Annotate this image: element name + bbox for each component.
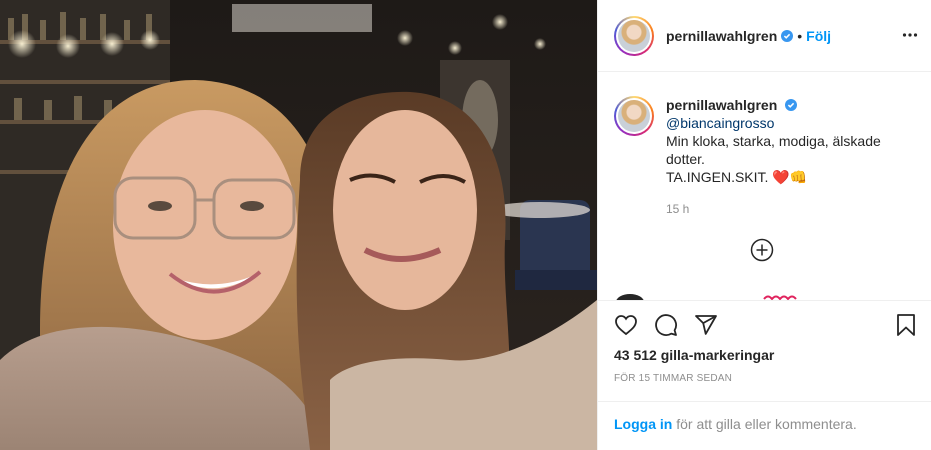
caption-line-3-wrap: TA.INGEN.SKIT. ❤️👊: [666, 168, 881, 186]
caption-row: pernillawahlgren @biancaingrosso Min klo…: [614, 96, 916, 218]
header-username[interactable]: pernillawahlgren: [666, 28, 777, 44]
avatar-image: [618, 100, 650, 132]
follow-button[interactable]: Följ: [806, 28, 831, 44]
post-time-ago[interactable]: FÖR 15 TIMMAR SEDAN: [614, 373, 732, 384]
next-comment-peek: [616, 294, 797, 300]
likes-count[interactable]: 43 512 gilla-markeringar: [614, 347, 774, 363]
login-link[interactable]: Logga in: [614, 416, 672, 432]
login-prompt: Logga in för att gilla eller kommentera.: [598, 401, 931, 450]
comment-icon[interactable]: [654, 313, 678, 337]
caption-avatar[interactable]: [614, 96, 654, 136]
caption-time[interactable]: 15 h: [666, 200, 881, 218]
caption-line-3: TA.INGEN.SKIT.: [666, 169, 769, 185]
share-icon[interactable]: [694, 313, 718, 337]
post-header: pernillawahlgren • Följ: [598, 0, 931, 72]
caption-body: pernillawahlgren @biancaingrosso Min klo…: [666, 96, 881, 218]
avatar[interactable]: [614, 15, 654, 56]
instagram-post: pernillawahlgren • Följ pernillawahlgren…: [0, 0, 931, 450]
action-icons: [614, 313, 718, 337]
caption-line-1: Min kloka, starka, modiga, älskade: [666, 133, 881, 149]
photo-illustration: [0, 0, 597, 450]
post-photo[interactable]: [0, 0, 597, 450]
more-options-icon[interactable]: [902, 27, 918, 43]
post-side-panel: pernillawahlgren • Följ pernillawahlgren…: [597, 0, 931, 450]
caption-emoji: ❤️👊: [772, 169, 808, 185]
post-actions: 43 512 gilla-markeringar FÖR 15 TIMMAR S…: [598, 300, 931, 450]
caption-mention[interactable]: @biancaingrosso: [666, 114, 881, 132]
heart-icon[interactable]: [614, 313, 638, 337]
avatar-image: [618, 19, 650, 52]
login-prompt-text: för att gilla eller kommentera.: [672, 416, 857, 432]
caption-line-2: dotter.: [666, 151, 705, 167]
caption-username[interactable]: pernillawahlgren: [666, 97, 777, 113]
verified-icon: [785, 99, 798, 111]
separator-dot: •: [797, 27, 803, 44]
bookmark-icon[interactable]: [894, 313, 918, 337]
add-comment-icon[interactable]: [750, 238, 774, 262]
verified-icon: [781, 29, 794, 42]
caption-area: pernillawahlgren @biancaingrosso Min klo…: [598, 72, 931, 300]
save-wrap: [894, 313, 918, 337]
